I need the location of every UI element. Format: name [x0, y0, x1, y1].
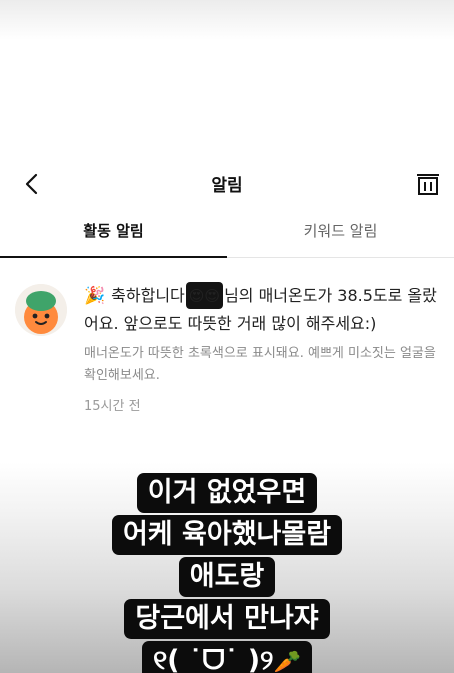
notification-item[interactable]: 🎉 축하합니다 😍😍 님의 매너온도가 38.5도로 올랐어요. 앞으로도 따뜻한 거… [0, 270, 454, 450]
caption-line-4: 당근에서 만나쟈 [124, 599, 330, 639]
carrot-icon: 🥕 [273, 650, 301, 673]
app-header: 알림 [0, 166, 454, 202]
caption-line-1: 이거 없었우면 [136, 473, 318, 513]
notification-tabs: 활동 알림 키워드 알림 [0, 212, 454, 258]
trash-icon[interactable] [415, 171, 441, 197]
heart-eyes-emoji: 😍😍 [188, 287, 221, 305]
kaomoji: ୧( ˙ᗜ˙ )୨ [153, 645, 274, 673]
message-part-1: 축하합니다 [111, 286, 185, 305]
caption-line-2: 어케 육아했나몰람 [111, 515, 343, 555]
top-fade [0, 0, 454, 40]
tab-keyword[interactable]: 키워드 알림 [227, 212, 454, 258]
notification-message: 🎉 축하합니다 😍😍 님의 매너온도가 38.5도로 올랐어요. 앞으로도 따뜻한 거… [84, 282, 444, 337]
party-popper-icon: 🎉 [84, 286, 106, 306]
caption-line-5: ୧( ˙ᗜ˙ )୨🥕 [142, 641, 312, 673]
carrot-character-icon [15, 284, 67, 336]
story-caption-stack: 이거 없었우면 어케 육아했나몰람 애도랑 당근에서 만나쟈 ୧( ˙ᗜ˙ )୨… [0, 473, 454, 673]
avatar [15, 284, 67, 336]
notification-subtext: 매너온도가 따뜻한 초록색으로 표시돼요. 예쁘게 미소짓는 얼굴을 확인해보세… [84, 346, 436, 383]
page-title: 알림 [211, 176, 243, 196]
tab-activity[interactable]: 활동 알림 [0, 212, 227, 258]
caption-line-3: 애도랑 [178, 557, 276, 597]
notification-time: 15시간 전 [84, 399, 141, 414]
redacted-username: 😍😍 [185, 282, 224, 309]
